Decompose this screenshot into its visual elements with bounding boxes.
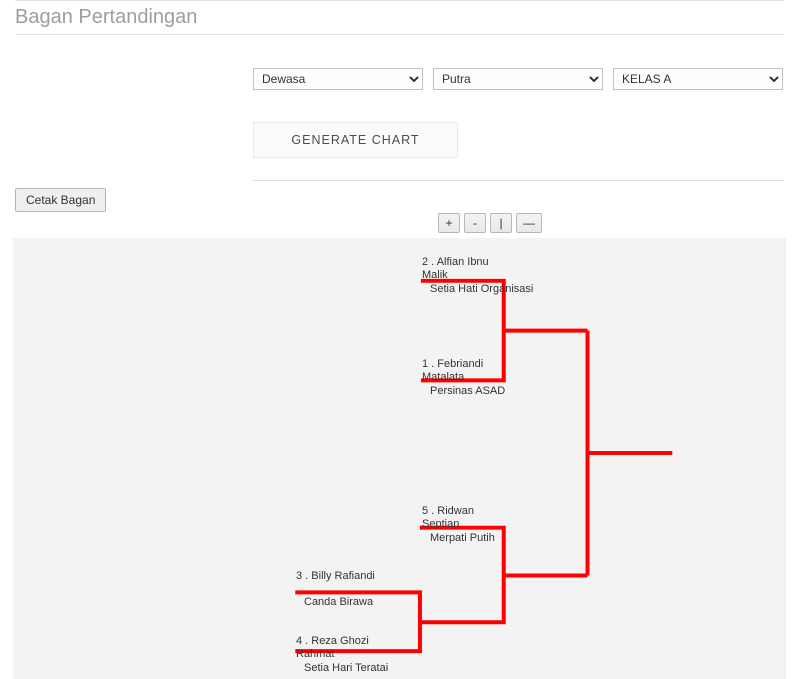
bracket-area: 2 . Alfian Ibnu Malik Setia Hati Organis… — [13, 238, 786, 679]
participant-name-line2: Matalata — [422, 370, 572, 384]
seed: 3 — [296, 570, 302, 582]
page-title: Bagan Pertandingan — [15, 6, 197, 29]
divider-top — [15, 0, 784, 1]
participant-name-line2: Malik — [422, 268, 572, 282]
seed: 1 — [422, 358, 428, 370]
bracket-entry: 3 . Billy Rafiandi Canda Birawa — [296, 569, 436, 609]
bracket-entry: 5 . Ridwan Septian Merpati Putih — [422, 504, 572, 545]
zoom-in-button[interactable]: + — [438, 213, 460, 233]
participant-org: Setia Hati Organisasi — [422, 282, 572, 296]
participant-org: Persinas ASAD — [422, 384, 572, 398]
print-bracket-button[interactable]: Cetak Bagan — [15, 188, 106, 212]
participant-name: Reza Ghozi — [311, 635, 368, 647]
seed: 4 — [296, 635, 302, 647]
divider-below-filters — [253, 180, 784, 181]
participant-org: Setia Hari Teratai — [296, 661, 446, 675]
seed: 5 — [422, 505, 428, 517]
participant-name: Billy Rafiandi — [311, 570, 375, 582]
bracket-entry: 4 . Reza Ghozi Rahmat Setia Hari Teratai — [296, 634, 446, 675]
participant-name-line2: Septian — [422, 517, 572, 531]
generate-chart-button[interactable]: GENERATE CHART — [253, 122, 458, 158]
participant-name: Alfian Ibnu — [437, 256, 489, 268]
filter-age-group[interactable]: Dewasa — [253, 68, 423, 90]
bracket-entry: 1 . Febriandi Matalata Persinas ASAD — [422, 357, 572, 398]
participant-name: Ridwan — [437, 505, 474, 517]
bracket-entry: 2 . Alfian Ibnu Malik Setia Hati Organis… — [422, 255, 572, 296]
zoom-fit-button[interactable]: — — [516, 213, 542, 233]
participant-name: Febriandi — [437, 358, 483, 370]
filter-gender[interactable]: Putra — [433, 68, 603, 90]
seed: 2 — [422, 256, 428, 268]
zoom-out-button[interactable]: - — [464, 213, 486, 233]
divider-under-title — [15, 34, 784, 35]
filter-class[interactable]: KELAS A — [613, 68, 783, 90]
filters-row: Dewasa Putra KELAS A — [253, 68, 783, 90]
participant-name-line2: Rahmat — [296, 647, 446, 661]
zoom-reset-button[interactable]: | — [490, 213, 512, 233]
participant-org: Merpati Putih — [422, 531, 572, 545]
zoom-controls: + - | — — [438, 213, 542, 233]
bracket-lines — [14, 239, 785, 678]
participant-org: Canda Birawa — [296, 595, 436, 609]
